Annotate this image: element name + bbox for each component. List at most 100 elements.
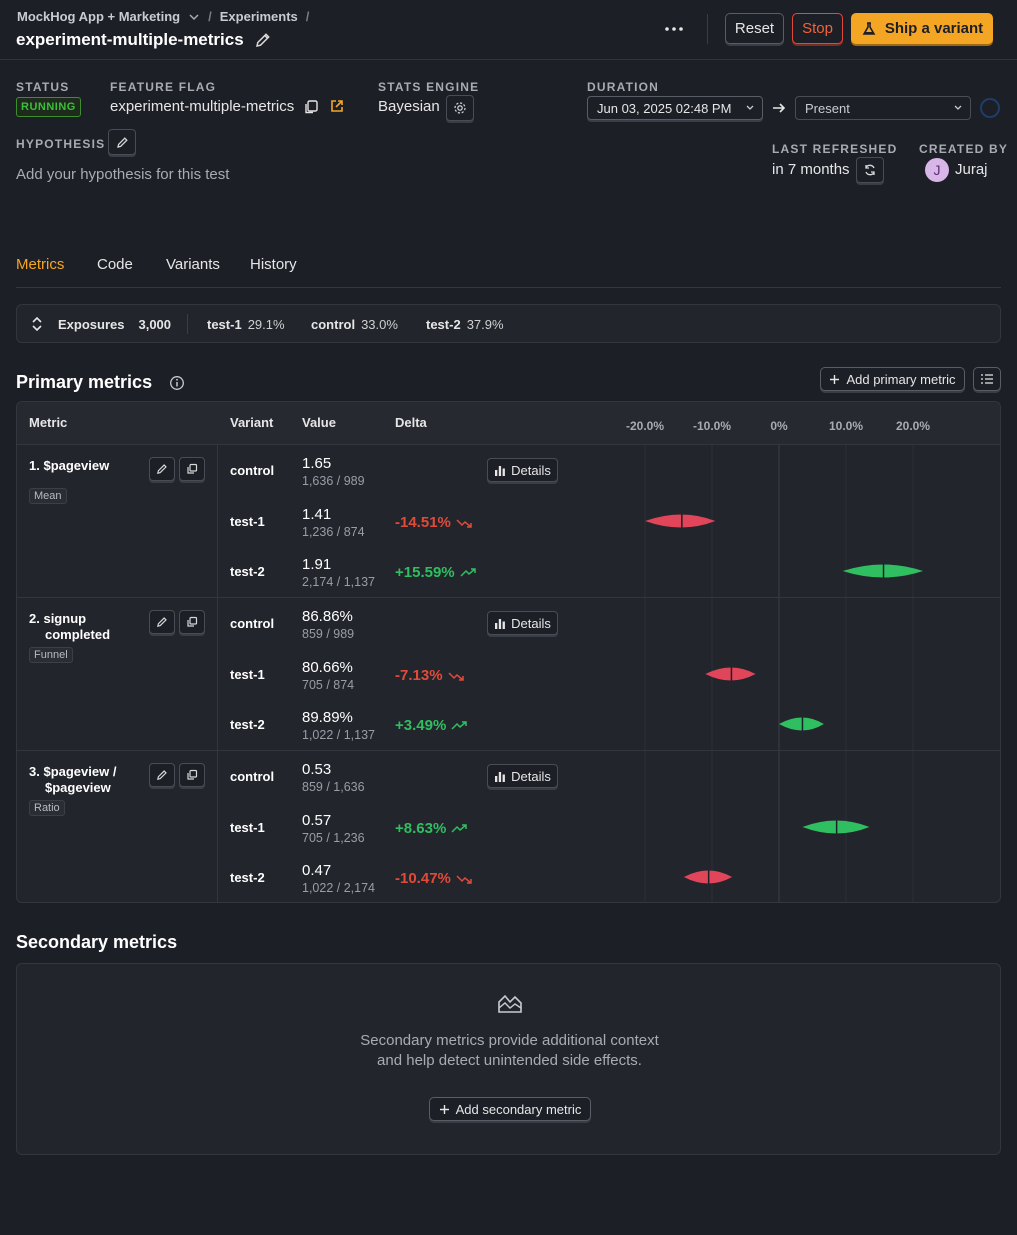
pencil-edit-icon[interactable]: [254, 31, 272, 49]
exposure-variant: test-2 37.9%: [426, 317, 504, 332]
add-secondary-metric-label: Add secondary metric: [455, 1101, 582, 1117]
add-primary-metric-button[interactable]: Add primary metric: [820, 367, 965, 391]
bar-chart-icon: [495, 771, 506, 782]
metric-type-tag: Ratio: [29, 800, 65, 816]
tab-code[interactable]: Code: [97, 256, 133, 273]
duplicate-icon: [187, 463, 198, 474]
tab-history[interactable]: History: [250, 256, 297, 273]
edit-metric-button[interactable]: [149, 457, 175, 481]
edit-metric-button[interactable]: [149, 763, 175, 787]
expand-icon[interactable]: [30, 315, 44, 333]
details-button[interactable]: Details: [487, 458, 558, 482]
info-icon[interactable]: [169, 375, 185, 391]
external-link-icon[interactable]: [329, 98, 345, 114]
last-refreshed-value: in 7 months: [772, 161, 850, 178]
tabs-divider: [16, 287, 1001, 288]
column-header-value: Value: [302, 415, 336, 430]
ship-variant-button[interactable]: Ship a variant: [851, 13, 993, 44]
exposures-count: 3,000: [138, 317, 172, 332]
end-date-select[interactable]: Present: [795, 96, 971, 120]
exposure-variant: control 33.0%: [311, 317, 398, 332]
variant-counts: 1,022 / 2,174: [302, 881, 375, 895]
tab-variants[interactable]: Variants: [166, 256, 220, 273]
metric-type-tag: Funnel: [29, 647, 73, 663]
variant-label: test-1: [230, 820, 265, 835]
exposure-variant-name: test-1: [207, 317, 242, 332]
details-button[interactable]: Details: [487, 764, 558, 788]
more-options-icon[interactable]: [664, 26, 684, 32]
duplicate-icon: [187, 616, 198, 627]
variant-value: 1.91: [302, 556, 332, 573]
variant-value: 1.41: [302, 506, 332, 523]
duplicate-metric-button[interactable]: [179, 457, 205, 481]
pencil-icon: [157, 617, 167, 627]
hypothesis-label: HYPOTHESIS: [16, 137, 106, 151]
duplicate-metric-button[interactable]: [179, 610, 205, 634]
details-button[interactable]: Details: [487, 611, 558, 635]
trend-up-icon: [460, 567, 476, 577]
variant-value: 1.65: [302, 455, 332, 472]
variant-counts: 705 / 1,236: [302, 831, 365, 845]
secondary-metrics-empty-state: Secondary metrics provide additional con…: [16, 963, 1001, 1155]
exposure-variant-name: control: [311, 317, 356, 332]
variant-label: test-1: [230, 667, 265, 682]
metric-info: 2. signup completed Funnel: [17, 598, 218, 751]
empty-state-line: Secondary metrics provide additional con…: [360, 1032, 659, 1049]
variant-counts: 1,022 / 1,137: [302, 728, 375, 742]
tab-metrics[interactable]: Metrics: [16, 256, 64, 273]
add-secondary-metric-button[interactable]: Add secondary metric: [429, 1097, 591, 1121]
metric-row: 3. $pageview / $pageview Ratio control 0…: [17, 750, 1000, 902]
avatar: J: [925, 158, 949, 182]
bar-chart-icon: [495, 465, 506, 476]
trend-up-icon: [451, 823, 468, 833]
refresh-button[interactable]: [856, 157, 884, 183]
axis-tick: 10.0%: [828, 419, 864, 433]
duplicate-metric-button[interactable]: [179, 763, 205, 787]
breadcrumb-separator: /: [208, 9, 212, 24]
chevron-down-icon[interactable]: [188, 11, 200, 23]
axis-tick: -20.0%: [625, 419, 665, 433]
variant-value: 89.89%: [302, 709, 353, 726]
primary-metrics-table: Metric Variant Value Delta -20.0% -10.0%…: [16, 401, 1001, 903]
variant-counts: 705 / 874: [302, 678, 355, 692]
exposure-variant: test-1 29.1%: [207, 317, 285, 332]
plus-icon: [439, 1104, 449, 1114]
edit-hypothesis-button[interactable]: [108, 129, 136, 155]
metric-row: 1. $pageview Mean control 1.65 1,636 / 9…: [17, 444, 1000, 598]
variant-label: test-2: [230, 717, 265, 732]
column-header-delta: Delta: [395, 415, 427, 430]
exposures-total: Exposures 3,000: [58, 317, 171, 332]
feature-flag-label: FEATURE FLAG: [110, 80, 217, 94]
exposures-label: Exposures: [58, 317, 125, 332]
reset-button[interactable]: Reset: [725, 13, 784, 44]
pencil-icon: [157, 464, 167, 474]
pencil-icon: [157, 770, 167, 780]
hypothesis-placeholder[interactable]: Add your hypothesis for this test: [16, 166, 229, 183]
bar-chart-icon: [495, 618, 506, 629]
breadcrumb-experiments[interactable]: Experiments: [220, 9, 298, 24]
axis-tick: -10.0%: [692, 419, 732, 433]
breadcrumb-project[interactable]: MockHog App + Marketing: [17, 9, 180, 24]
axis-tick: 20.0%: [895, 419, 931, 433]
stats-settings-button[interactable]: [446, 95, 474, 121]
variant-label: test-1: [230, 514, 265, 529]
exposure-variant-name: test-2: [426, 317, 461, 332]
edit-metric-button[interactable]: [149, 610, 175, 634]
stop-button[interactable]: Stop: [792, 13, 843, 44]
axis-tick: 0%: [770, 419, 788, 433]
stats-engine-label: STATS ENGINE: [378, 80, 480, 94]
primary-metrics-title: Primary metrics: [16, 372, 153, 392]
variant-counts: 1,636 / 989: [302, 474, 365, 488]
exposure-variant-pct: 37.9%: [466, 317, 504, 332]
copy-icon[interactable]: [303, 99, 319, 115]
list-settings-button[interactable]: [973, 367, 1001, 391]
metric-info: 1. $pageview Mean: [17, 445, 218, 598]
column-header-variant: Variant: [230, 415, 274, 430]
loading-spinner: [980, 98, 1000, 118]
feature-flag-value[interactable]: experiment-multiple-metrics: [110, 98, 294, 115]
divider: [707, 14, 708, 44]
start-date-picker[interactable]: Jun 03, 2025 02:48 PM: [587, 96, 763, 120]
metric-type-tag: Mean: [29, 488, 67, 504]
trend-down-icon: [456, 874, 472, 884]
empty-state-text: Secondary metrics provide additional con…: [17, 1031, 1002, 1071]
